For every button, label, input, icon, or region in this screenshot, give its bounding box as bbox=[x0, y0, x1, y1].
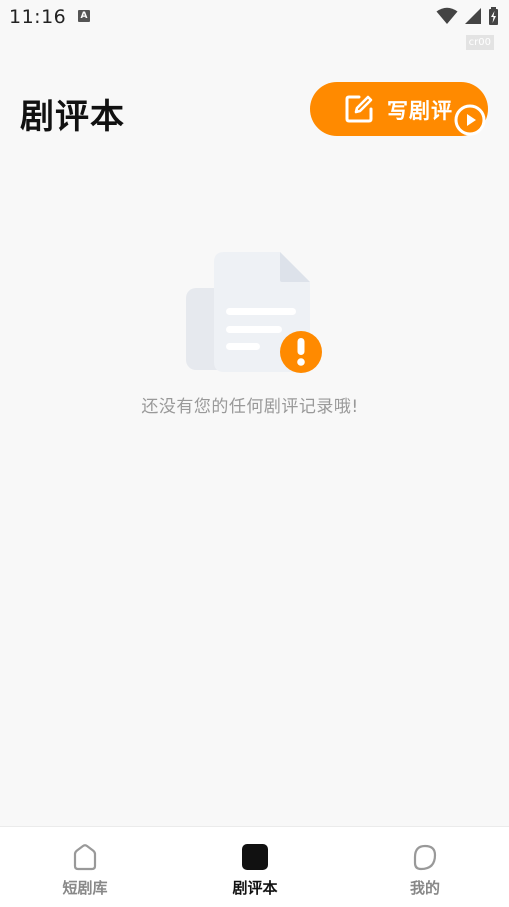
nav-item-profile[interactable]: 我的 bbox=[340, 827, 509, 907]
wifi-icon bbox=[436, 7, 458, 24]
nav-item-drama-library[interactable]: 短剧库 bbox=[0, 827, 170, 907]
signal-icon bbox=[465, 8, 481, 24]
write-review-button[interactable]: 写剧评 bbox=[310, 82, 488, 136]
nav-label-profile: 我的 bbox=[409, 879, 440, 897]
status-bar: 11:16 A bbox=[0, 0, 509, 36]
empty-document-icon bbox=[186, 252, 322, 373]
notification-icon: A bbox=[78, 10, 90, 22]
write-review-label: 写剧评 bbox=[387, 99, 453, 123]
status-time: 11:16 bbox=[9, 6, 67, 28]
nav-item-review-book[interactable]: 剧评本 bbox=[170, 827, 340, 907]
nav-label-review-book: 剧评本 bbox=[232, 879, 278, 897]
empty-state-message: 还没有您的任何剧评记录哦! bbox=[141, 397, 359, 417]
edit-icon bbox=[345, 95, 373, 123]
nav-label-drama-library: 短剧库 bbox=[62, 879, 108, 897]
profile-icon bbox=[413, 844, 437, 871]
status-indicators bbox=[436, 7, 499, 25]
debug-badge: cr00 bbox=[465, 35, 494, 50]
bottom-nav: 短剧库 剧评本 我的 bbox=[0, 826, 509, 907]
home-icon bbox=[73, 844, 97, 871]
page-title: 剧评本 bbox=[20, 97, 125, 137]
battery-icon bbox=[489, 7, 498, 25]
play-icon bbox=[454, 104, 486, 136]
review-book-icon bbox=[242, 844, 268, 870]
